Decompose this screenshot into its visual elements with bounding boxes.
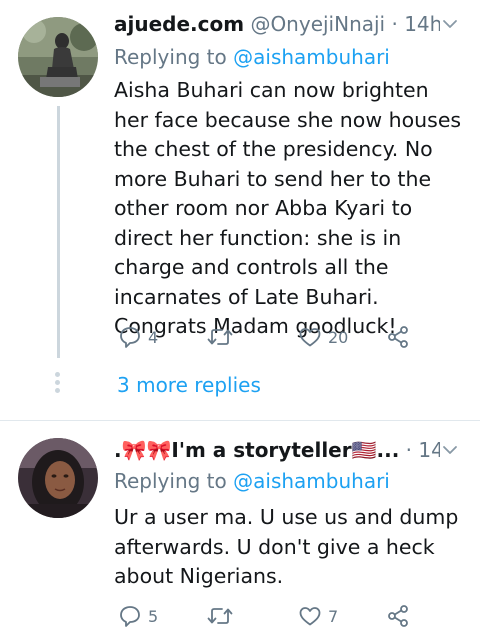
tweet-time[interactable]: · 14h xyxy=(406,438,440,462)
chevron-down-icon[interactable] xyxy=(442,442,458,458)
tweet-actions: 4 20 xyxy=(114,325,480,353)
tweet-time[interactable]: · 14h xyxy=(391,12,440,36)
replying-to-label: Replying to xyxy=(114,469,227,493)
reply-count: 5 xyxy=(148,606,159,626)
reply-icon xyxy=(120,327,140,348)
retweet-button[interactable] xyxy=(206,325,240,349)
retweet-icon xyxy=(207,608,233,624)
user-handle[interactable]: @OnyejiNnaji xyxy=(250,12,385,36)
replying-to-label: Replying to xyxy=(114,45,227,69)
thread-line xyxy=(57,106,60,358)
retweet-icon xyxy=(207,329,233,345)
heart-icon xyxy=(299,328,321,347)
chevron-down-icon[interactable] xyxy=(442,16,458,32)
tweet[interactable]: ajuede.com @OnyejiNnaji · 14h Replying t… xyxy=(0,0,480,420)
reply-button[interactable]: 5 xyxy=(118,604,158,628)
replying-to-handle[interactable]: @aishambuhari xyxy=(233,469,390,493)
more-replies-link[interactable]: 3 more replies xyxy=(117,371,261,399)
thread-dots xyxy=(55,372,61,396)
like-button[interactable]: 20 xyxy=(298,325,348,349)
replying-to-handle[interactable]: @aishambuhari xyxy=(233,45,390,69)
avatar[interactable] xyxy=(18,438,98,518)
reply-button[interactable]: 4 xyxy=(118,325,158,349)
display-name[interactable]: ajuede.com xyxy=(114,12,244,36)
share-button[interactable] xyxy=(386,604,410,628)
share-button[interactable] xyxy=(386,325,410,349)
tweet-header: ajuede.com @OnyejiNnaji · 14h xyxy=(114,9,440,39)
like-count: 20 xyxy=(328,327,349,347)
like-count: 7 xyxy=(328,606,339,626)
replying-to: Replying to @aishambuhari xyxy=(114,43,390,71)
avatar-photo-image xyxy=(18,438,98,518)
avatar-statue-image xyxy=(18,17,98,97)
tweet-actions: 5 7 xyxy=(114,604,480,632)
retweet-button[interactable] xyxy=(206,604,240,628)
like-button[interactable]: 7 xyxy=(298,604,338,628)
replying-to: Replying to @aishambuhari xyxy=(114,467,390,495)
share-icon xyxy=(388,605,408,627)
tweet-text: Aisha Buhari can now brighten her face b… xyxy=(114,78,462,338)
tweet-header: .🎀🎀I'm a storyteller🇺🇸... · 14h xyxy=(114,435,440,465)
tweet-text: Ur a user ma. U use us and dump afterwar… xyxy=(114,505,459,588)
reply-count: 4 xyxy=(148,327,159,347)
display-name[interactable]: .🎀🎀I'm a storyteller🇺🇸... xyxy=(114,438,399,462)
avatar[interactable] xyxy=(18,17,98,97)
heart-icon xyxy=(299,607,321,626)
tweet[interactable]: .🎀🎀I'm a storyteller🇺🇸... · 14h Replying… xyxy=(0,421,480,627)
share-icon xyxy=(388,326,408,348)
reply-icon xyxy=(120,606,140,627)
